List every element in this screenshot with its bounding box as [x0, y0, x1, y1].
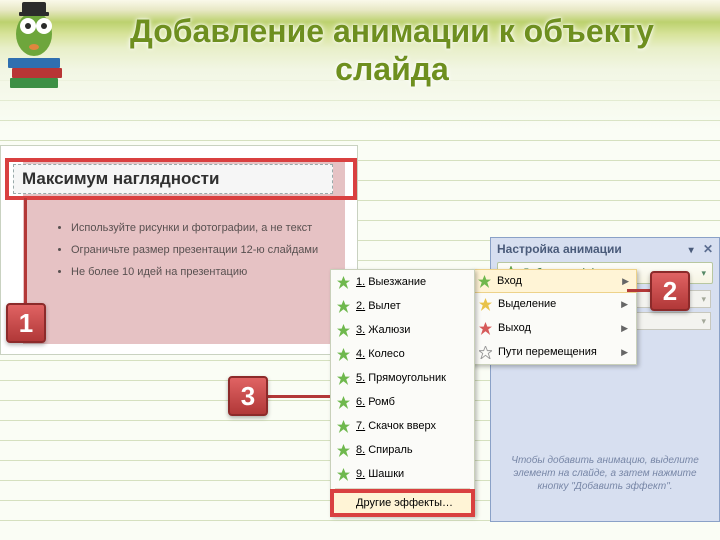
star-icon [479, 298, 492, 311]
step-badge-2: 2 [650, 271, 690, 311]
effect-label: Вылет [368, 300, 400, 312]
effect-item[interactable]: 7. Скачок вверх [331, 414, 474, 438]
item-num: 9. [356, 468, 365, 480]
dropdown-icon[interactable]: ▾ [689, 245, 694, 256]
pane-hint-text: Чтобы добавить анимацию, выделите элемен… [501, 454, 709, 493]
star-icon [337, 396, 350, 409]
star-icon [337, 444, 350, 457]
chevron-right-icon: ▶ [621, 323, 628, 334]
mascot-image [4, 0, 68, 90]
star-icon [479, 322, 492, 335]
effect-label: Прямоугольник [368, 372, 446, 384]
item-num: 6. [356, 396, 365, 408]
effect-item[interactable]: 5. Прямоугольник [331, 366, 474, 390]
star-icon [337, 468, 350, 481]
close-icon[interactable]: ✕ [703, 242, 713, 256]
menu-label: Выход [498, 322, 621, 334]
effect-item[interactable]: 2. Вылет [331, 294, 474, 318]
item-num: 2. [356, 300, 365, 312]
caret-down-icon: ▾ [701, 316, 706, 327]
chevron-right-icon: ▶ [622, 276, 629, 287]
page-title: Добавление анимации к объекту слайда [74, 12, 710, 88]
star-icon [337, 300, 350, 313]
step-badge-1: 1 [6, 303, 46, 343]
effect-item[interactable]: 9. Шашки [331, 462, 474, 486]
menu-item-motion-paths[interactable]: Пути перемещения ▶ [471, 340, 636, 364]
effect-label: Скачок вверх [368, 420, 436, 432]
effect-label: Колесо [368, 348, 405, 360]
effect-label: Спираль [368, 444, 412, 456]
slide-bullet-list: Используйте рисунки и фотографии, а не т… [31, 219, 337, 285]
item-num: 8. [356, 444, 365, 456]
bullet-text: Используйте рисунки и фотографии, а не т… [71, 219, 337, 237]
effect-label: Ромб [368, 396, 395, 408]
bullet-text: Ограничьте размер презентации 12-ю слайд… [71, 241, 337, 259]
menu-label: Выделение [498, 298, 621, 310]
bullet-text: Не более 10 идей на презентацию [71, 263, 337, 281]
callout-line-3 [268, 395, 330, 398]
caret-down-icon: ▾ [701, 268, 706, 279]
step-badge-3: 3 [228, 376, 268, 416]
effect-item[interactable]: 4. Колесо [331, 342, 474, 366]
menu-label: Вход [497, 275, 622, 287]
callout-line-1 [24, 198, 27, 307]
effect-item[interactable]: 1. Выезжание [331, 270, 474, 294]
star-icon [337, 276, 350, 289]
effect-label: Шашки [368, 468, 404, 480]
callout-line-2 [627, 289, 651, 292]
effect-item[interactable]: 3. Жалюзи [331, 318, 474, 342]
slide-preview: Максимум наглядности Используйте рисунки… [0, 145, 358, 355]
menu-item-entrance[interactable]: Вход ▶ [470, 269, 637, 293]
effect-label: Выезжание [368, 276, 426, 288]
star-icon [337, 420, 350, 433]
item-num: 4. [356, 348, 365, 360]
pane-title: Настройка анимации [497, 242, 622, 256]
star-icon [337, 324, 350, 337]
item-num: 1. [356, 276, 365, 288]
item-num: 3. [356, 324, 365, 336]
item-num: 7. [356, 420, 365, 432]
star-icon [479, 346, 492, 359]
effect-category-menu: Вход ▶ Выделение ▶ Выход ▶ Пути перемеще… [470, 269, 637, 365]
callout-outline-3 [330, 489, 475, 517]
effect-item[interactable]: 8. Спираль [331, 438, 474, 462]
effect-label: Жалюзи [368, 324, 410, 336]
star-icon [337, 348, 350, 361]
chevron-right-icon: ▶ [621, 347, 628, 358]
menu-label: Пути перемещения [498, 346, 621, 358]
entrance-effects-menu: 1. Выезжание 2. Вылет 3. Жалюзи 4. Колес… [330, 269, 475, 516]
chevron-right-icon: ▶ [621, 299, 628, 310]
menu-item-emphasis[interactable]: Выделение ▶ [471, 292, 636, 316]
star-icon [337, 372, 350, 385]
item-num: 5. [356, 372, 365, 384]
caret-down-icon: ▾ [701, 294, 706, 305]
star-icon [478, 275, 491, 288]
effect-item[interactable]: 6. Ромб [331, 390, 474, 414]
menu-item-exit[interactable]: Выход ▶ [471, 316, 636, 340]
